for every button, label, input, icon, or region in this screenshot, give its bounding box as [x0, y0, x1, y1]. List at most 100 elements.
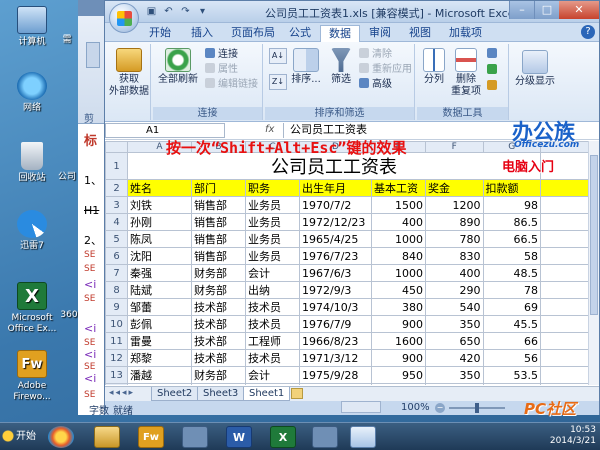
row-header[interactable]: 13	[105, 366, 128, 384]
desktop-icon-excel[interactable]: X Microsoft Office Ex...	[0, 282, 64, 335]
cell[interactable]: 830	[425, 247, 484, 265]
cell[interactable]: 销售部	[191, 213, 246, 231]
cell[interactable]	[540, 366, 595, 384]
cell[interactable]: 彭佩	[127, 315, 192, 333]
cell[interactable]	[540, 383, 595, 385]
row-header[interactable]: 14	[105, 383, 128, 385]
cell[interactable]: 陆斌	[127, 281, 192, 299]
cell[interactable]: 出纳	[245, 281, 300, 299]
desktop-icon-thunder[interactable]: 迅雷7	[2, 210, 62, 252]
browser-taskbar-icon[interactable]	[48, 426, 74, 448]
cell[interactable]: 380	[371, 298, 426, 316]
cell[interactable]: 技术员	[245, 298, 300, 316]
cell[interactable]: 1000	[371, 230, 426, 248]
cell[interactable]: 98	[482, 196, 541, 214]
header-cell[interactable]: 基本工资	[371, 179, 426, 197]
cell[interactable]: 1971/3/12	[299, 349, 372, 367]
cell[interactable]: 技术员	[245, 349, 300, 367]
desktop-icon-fireworks[interactable]: Fw Adobe Firewo...	[2, 350, 62, 403]
cell[interactable]: 53.5	[482, 366, 541, 384]
cell[interactable]: 69	[482, 298, 541, 316]
cell[interactable]: 业务员	[245, 383, 300, 385]
cell[interactable]: 48.5	[482, 264, 541, 282]
cell[interactable]: 78	[482, 281, 541, 299]
cell[interactable]: 1975/9/28	[299, 366, 372, 384]
header-cell[interactable]: 职务	[245, 179, 300, 197]
cell[interactable]: 销售部	[191, 230, 246, 248]
cell[interactable]: 900	[371, 315, 426, 333]
row-header[interactable]: 10	[105, 315, 128, 333]
get-external-data-button[interactable]: 获取 外部数据	[109, 48, 149, 98]
cell[interactable]: 1000	[371, 264, 426, 282]
cell[interactable]: 1970/7/2	[299, 196, 372, 214]
start-button[interactable]: 开始	[2, 425, 42, 448]
cell[interactable]: 1000	[425, 383, 484, 385]
cell[interactable]: 陈凤	[127, 230, 192, 248]
header-cell[interactable]: 部门	[191, 179, 246, 197]
cell[interactable]: 66.5	[482, 230, 541, 248]
cell[interactable]: 350	[425, 315, 484, 333]
cell[interactable]: 技术部	[191, 298, 246, 316]
sort-descending-button[interactable]: Z↓	[269, 74, 287, 90]
cell[interactable]: 900	[371, 349, 426, 367]
vertical-scrollbar[interactable]	[588, 141, 599, 385]
cell[interactable]: 财务部	[191, 281, 246, 299]
text-to-columns-button[interactable]: 分列	[419, 48, 449, 86]
refresh-all-button[interactable]: 全部刷新	[155, 48, 201, 86]
folder-taskbar-icon[interactable]	[94, 426, 120, 448]
row-header[interactable]: 4	[105, 213, 128, 231]
reapply-button[interactable]: 重新应用	[359, 63, 412, 77]
cell[interactable]	[540, 230, 595, 248]
cell[interactable]: 1974/10/3	[299, 298, 372, 316]
cell[interactable]	[540, 298, 595, 316]
tab-data[interactable]: 数据	[320, 25, 360, 42]
cell[interactable]: 1976/7/9	[299, 315, 372, 333]
close-button[interactable]: ✕	[559, 1, 599, 19]
cell[interactable]	[540, 213, 595, 231]
cell[interactable]: 1965/4/25	[299, 230, 372, 248]
row-header[interactable]: 12	[105, 349, 128, 367]
zoom-slider-thumb[interactable]	[475, 403, 479, 413]
cell[interactable]: 950	[371, 366, 426, 384]
header-cell[interactable]: 出生年月	[299, 179, 372, 197]
cell[interactable]: 郑黎	[127, 349, 192, 367]
app2-taskbar-icon[interactable]	[312, 426, 338, 448]
sheet-tab-sheet2[interactable]: Sheet2	[151, 387, 199, 401]
cell[interactable]: 工程师	[245, 332, 300, 350]
cell[interactable]: 350	[425, 366, 484, 384]
clear-button[interactable]: 清除	[359, 48, 392, 62]
edit-links-button[interactable]: 编辑链接	[205, 78, 258, 92]
cell[interactable]: 财务部	[191, 264, 246, 282]
maximize-button[interactable]: □	[534, 1, 559, 19]
sort-ascending-button[interactable]: A↓	[269, 48, 287, 64]
cell[interactable]: 业务员	[245, 230, 300, 248]
office-button[interactable]	[109, 3, 139, 33]
undo-icon[interactable]: ↶	[162, 5, 175, 18]
insert-sheet-icon[interactable]	[291, 388, 303, 399]
zoom-out-icon[interactable]: −	[435, 403, 445, 413]
desktop-icon-network[interactable]: 网络	[2, 72, 62, 114]
row-header[interactable]: 6	[105, 247, 128, 265]
cell[interactable]: 66	[482, 332, 541, 350]
qat-dropdown-icon[interactable]: ▾	[196, 5, 209, 18]
row-header[interactable]: 3	[105, 196, 128, 214]
cell[interactable]: 1967/6/3	[299, 264, 372, 282]
cell[interactable]: 420	[425, 349, 484, 367]
cell[interactable]: 840	[371, 247, 426, 265]
header-cell[interactable]: 姓名	[127, 179, 192, 197]
word-taskbar-icon[interactable]: W	[226, 426, 252, 448]
cell[interactable]: 销售部	[191, 383, 246, 385]
row-header[interactable]: 7	[105, 264, 128, 282]
cell[interactable]: 88	[482, 383, 541, 385]
row-header[interactable]: 1	[105, 152, 128, 180]
cell[interactable]: 王海	[127, 383, 192, 385]
column-header[interactable]: F	[425, 141, 484, 153]
view-buttons[interactable]	[341, 401, 381, 413]
cell[interactable]: 1976/7/23	[299, 247, 372, 265]
row-header[interactable]: 5	[105, 230, 128, 248]
excel-taskbar-icon[interactable]: X	[270, 426, 296, 448]
cell[interactable]	[540, 332, 595, 350]
cell[interactable]: 1972/12/23	[299, 213, 372, 231]
cell[interactable]: 业务员	[245, 247, 300, 265]
cell[interactable]: 会计	[245, 366, 300, 384]
